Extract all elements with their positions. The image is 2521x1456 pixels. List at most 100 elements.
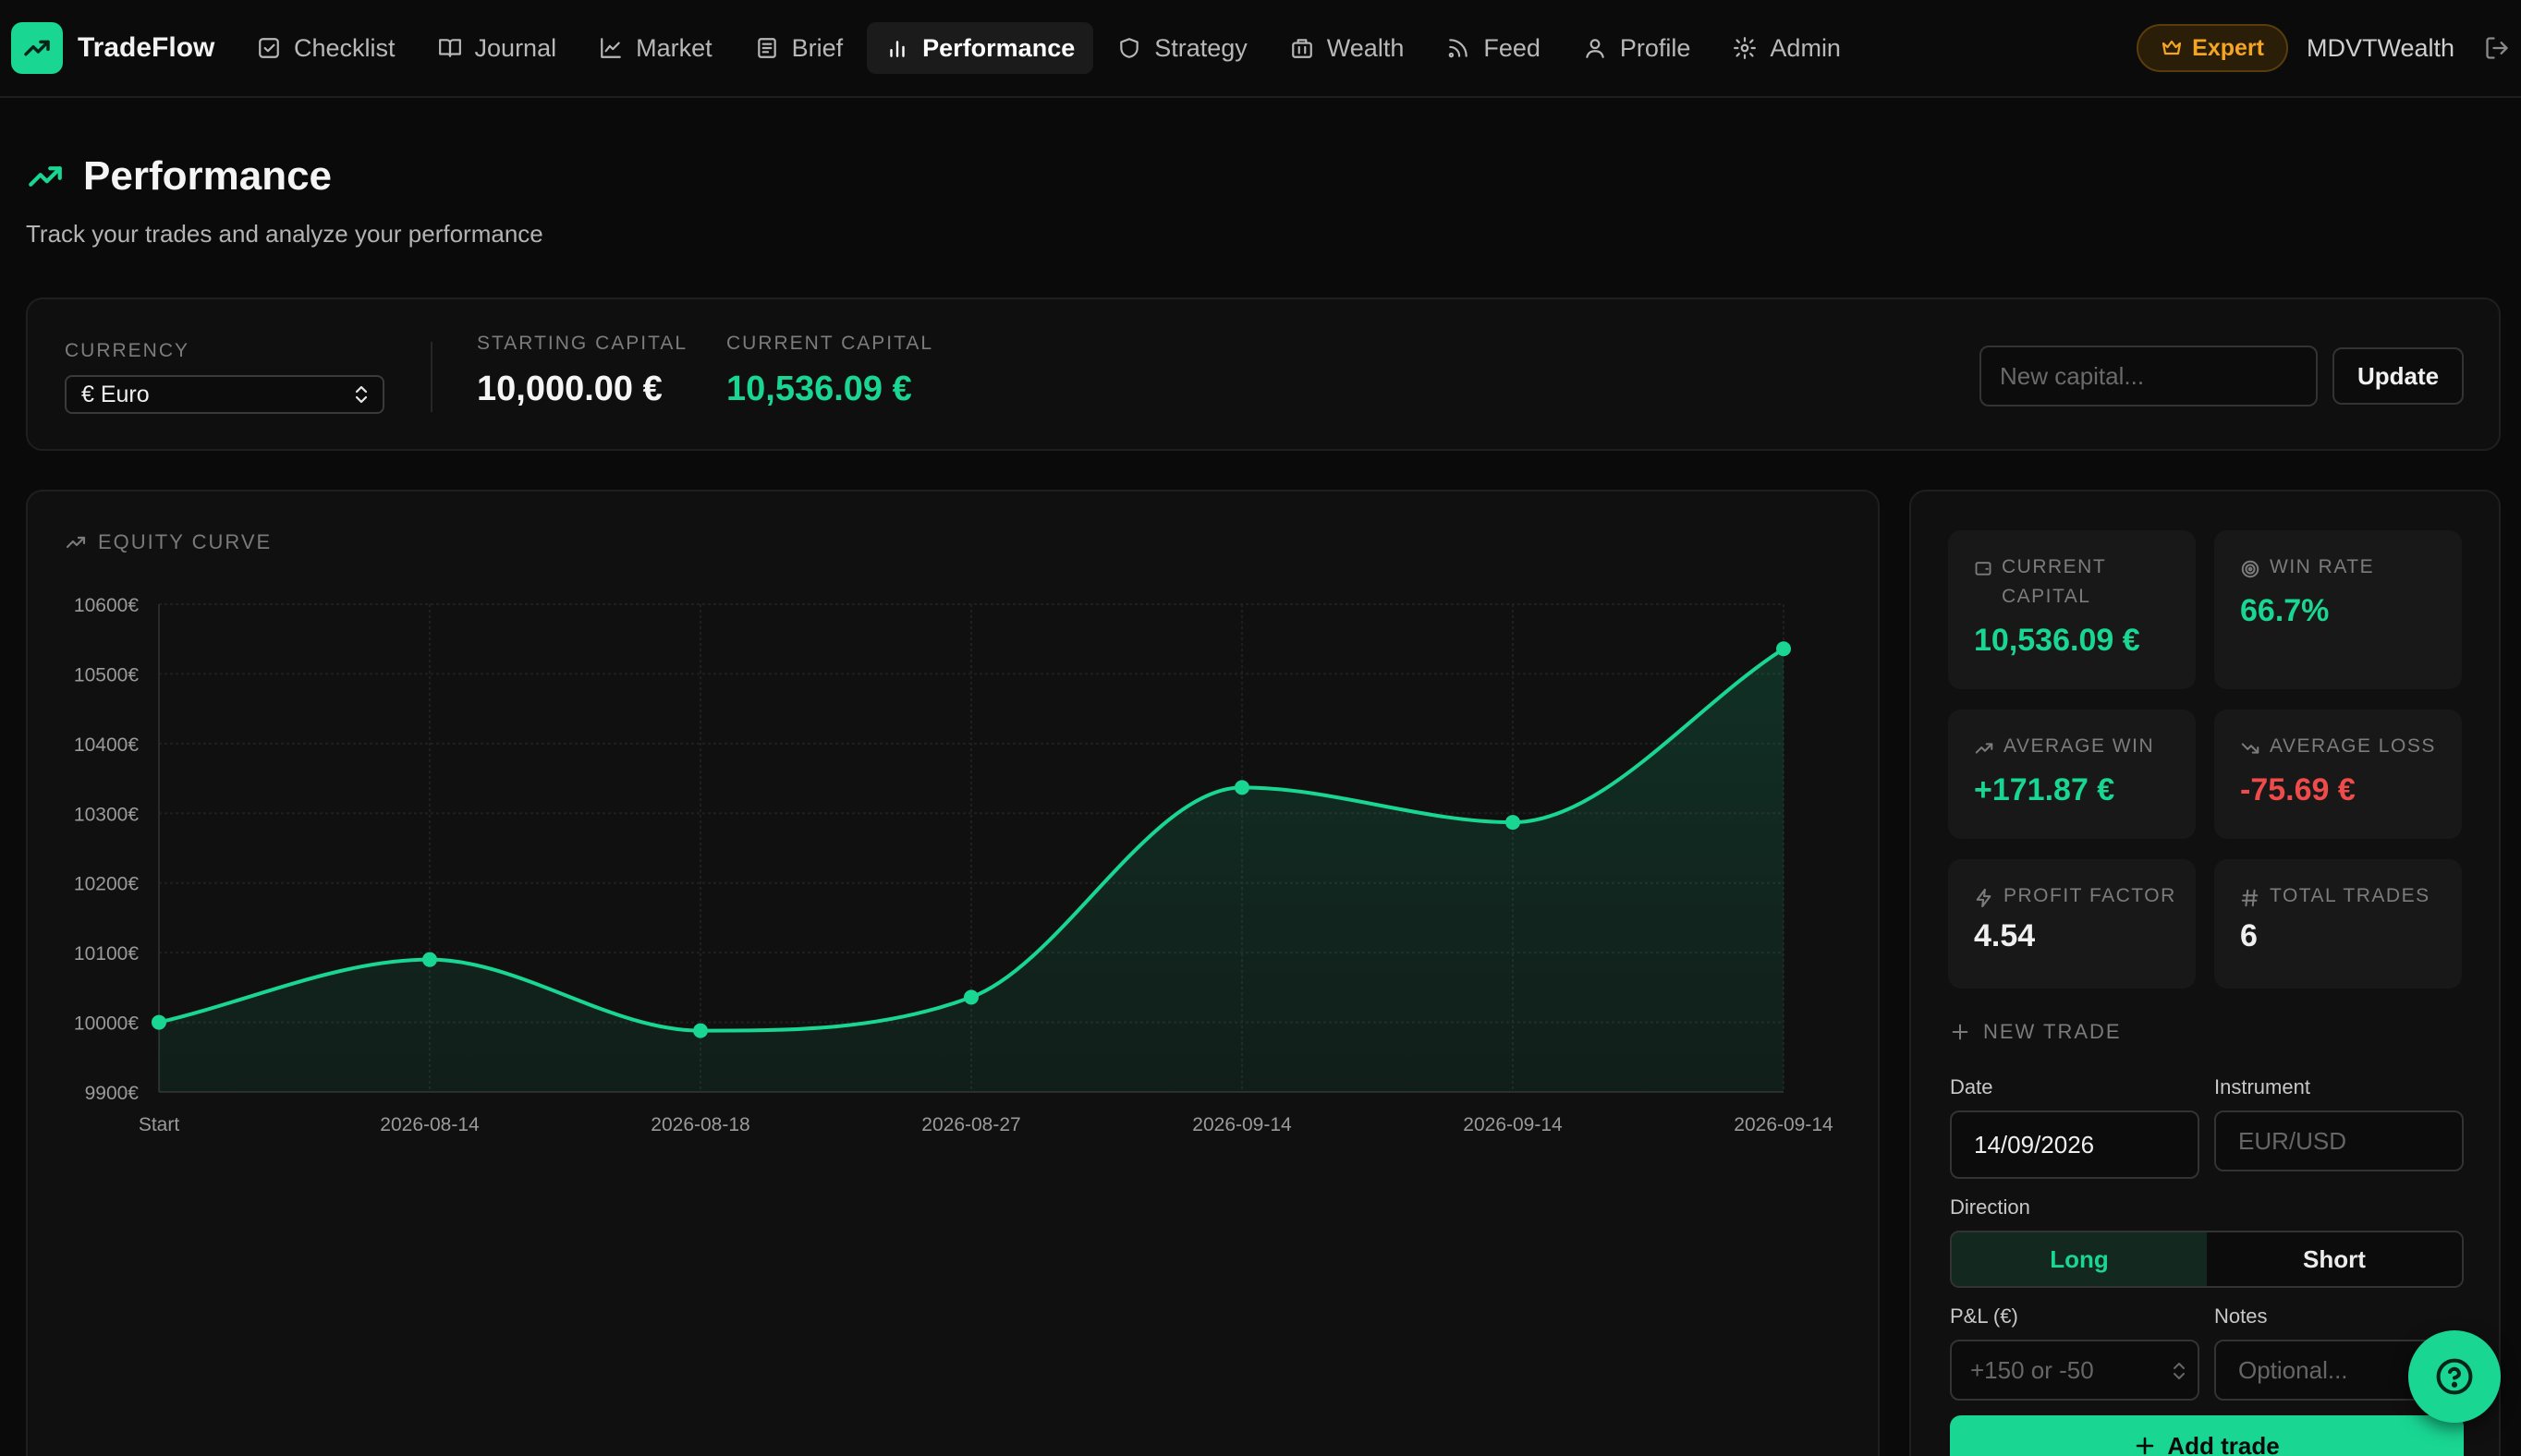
nav-item-journal[interactable]: Journal bbox=[420, 22, 576, 74]
instrument-label: Instrument bbox=[2214, 1075, 2310, 1098]
equity-chart: 9900€ 10000€ 10100€ 10200€ 10300€ 10400€ 10500… bbox=[74, 595, 1833, 1135]
new-capital-input[interactable] bbox=[1979, 346, 2318, 406]
notes-label: Notes bbox=[2214, 1304, 2268, 1328]
trending-up-icon bbox=[1975, 743, 1993, 754]
page-header: Performance bbox=[26, 153, 332, 200]
help-circle-icon bbox=[2436, 1358, 2473, 1395]
capital-bar: CURRENCY € Euro STARTING CAPITAL 10,000.… bbox=[26, 297, 2501, 451]
nav-item-feed[interactable]: Feed bbox=[1428, 22, 1559, 74]
nav-item-market[interactable]: Market bbox=[580, 22, 731, 74]
bar-chart-icon bbox=[890, 41, 905, 57]
instrument-input[interactable] bbox=[2214, 1110, 2464, 1171]
shield-icon bbox=[1120, 38, 1139, 58]
stat-label-text: CURRENT CAPITAL bbox=[2002, 556, 2106, 607]
nav-item-admin[interactable]: Admin bbox=[1714, 22, 1859, 74]
data-point[interactable] bbox=[152, 1014, 166, 1030]
divider bbox=[431, 342, 432, 412]
username: MDVTWealth bbox=[2306, 33, 2454, 62]
currency-value: € Euro bbox=[81, 381, 150, 407]
nav-item-performance[interactable]: Performance bbox=[867, 22, 1094, 74]
logout-button[interactable] bbox=[2484, 35, 2510, 61]
stats-panel: CURRENT CAPITAL 10,536.09 € WIN RATE 66.… bbox=[1909, 490, 2501, 1456]
direction-toggle: Long Short bbox=[1950, 1231, 2464, 1288]
x-tick-label: 2026-09-14 bbox=[1463, 1114, 1563, 1135]
stat-average-win: AVERAGE WIN +171.87 € bbox=[1948, 710, 2196, 839]
plus-icon bbox=[2137, 1437, 2154, 1455]
y-tick-label: 10600€ bbox=[74, 595, 139, 616]
target-icon bbox=[2241, 560, 2259, 578]
stat-value: 4.54 bbox=[1974, 918, 2036, 953]
pnl-field bbox=[1950, 1340, 2199, 1401]
hash-icon bbox=[2241, 889, 2259, 907]
rss-icon bbox=[1449, 39, 1468, 58]
stepper-arrows-icon[interactable] bbox=[2172, 1360, 2186, 1382]
nav-item-checklist[interactable]: Checklist bbox=[238, 22, 414, 74]
data-point[interactable] bbox=[1235, 780, 1249, 795]
x-tick-label: 2026-08-18 bbox=[651, 1114, 749, 1135]
y-tick-label: 10300€ bbox=[74, 804, 139, 825]
data-point[interactable] bbox=[693, 1023, 708, 1038]
data-point[interactable] bbox=[1776, 641, 1791, 657]
stat-value: 66.7% bbox=[2240, 593, 2330, 628]
data-point[interactable] bbox=[964, 989, 979, 1005]
starting-capital: STARTING CAPITAL 10,000.00 € bbox=[477, 333, 688, 409]
data-point[interactable] bbox=[1505, 815, 1520, 831]
currency-select[interactable]: € Euro bbox=[65, 375, 384, 414]
currency-section: CURRENCY € Euro bbox=[65, 340, 384, 414]
new-trade-title-text: NEW TRADE bbox=[1983, 1020, 2122, 1043]
long-button[interactable]: Long bbox=[1952, 1232, 2207, 1286]
x-tick-label: 2026-08-27 bbox=[921, 1114, 1020, 1135]
stat-current-capital: CURRENT CAPITAL 10,536.09 € bbox=[1948, 530, 2196, 689]
stat-value: +171.87 € bbox=[1974, 772, 2115, 807]
stat-label-text: TOTAL TRADES bbox=[2270, 885, 2430, 906]
add-trade-label: Add trade bbox=[2167, 1431, 2280, 1456]
short-button[interactable]: Short bbox=[2207, 1232, 2462, 1286]
nav-item-brief[interactable]: Brief bbox=[737, 22, 862, 74]
badge-label: Expert bbox=[2192, 34, 2264, 61]
y-tick-label: 10000€ bbox=[74, 1013, 139, 1035]
stat-value: -75.69 € bbox=[2240, 772, 2356, 807]
data-point[interactable] bbox=[422, 952, 437, 967]
y-tick-label: 9900€ bbox=[85, 1083, 140, 1104]
page-subtitle: Track your trades and analyze your perfo… bbox=[26, 220, 543, 248]
stat-average-loss: AVERAGE LOSS -75.69 € bbox=[2214, 710, 2462, 839]
expert-badge[interactable]: Expert bbox=[2137, 24, 2288, 72]
current-capital: CURRENT CAPITAL 10,536.09 € bbox=[726, 333, 933, 409]
top-navbar: TradeFlow Checklist Journal Market Brief… bbox=[0, 0, 2521, 98]
logout-icon bbox=[2486, 37, 2508, 59]
nav-label: Journal bbox=[474, 33, 557, 62]
stat-label: PROFIT FACTOR bbox=[1974, 881, 2176, 911]
help-button[interactable] bbox=[2408, 1330, 2501, 1423]
nav-item-profile[interactable]: Profile bbox=[1565, 22, 1710, 74]
date-label: Date bbox=[1950, 1075, 1993, 1098]
equity-curve-card: EQUITY CURVE 9900€ 10000€ 10100€ 10200€ 1030… bbox=[26, 490, 1880, 1456]
book-icon bbox=[438, 39, 461, 57]
nav-label: Strategy bbox=[1154, 33, 1248, 62]
direction-label: Direction bbox=[1950, 1195, 2030, 1219]
nav-item-wealth[interactable]: Wealth bbox=[1272, 22, 1423, 74]
nav-label: Brief bbox=[791, 33, 844, 62]
stat-value: 10,536.09 € bbox=[1974, 623, 2140, 658]
nav-item-strategy[interactable]: Strategy bbox=[1099, 22, 1266, 74]
trending-up-logo-icon bbox=[11, 22, 63, 74]
stat-total-trades: TOTAL TRADES 6 bbox=[2214, 859, 2462, 989]
nav-label: Wealth bbox=[1326, 33, 1405, 62]
stat-label: CURRENT CAPITAL bbox=[1974, 552, 2177, 612]
building-icon bbox=[1291, 39, 1312, 58]
date-input[interactable] bbox=[1950, 1110, 2199, 1179]
update-button[interactable]: Update bbox=[2332, 347, 2464, 405]
add-trade-button[interactable]: Add trade bbox=[1950, 1415, 2464, 1456]
y-tick-label: 10100€ bbox=[74, 943, 139, 965]
nav-label: Checklist bbox=[294, 33, 396, 62]
nav-label: Admin bbox=[1770, 33, 1841, 62]
x-tick-label: 2026-08-14 bbox=[380, 1114, 480, 1135]
x-tick-label: Start bbox=[139, 1114, 180, 1135]
y-tick-label: 10500€ bbox=[74, 664, 139, 686]
brand[interactable]: TradeFlow bbox=[11, 22, 214, 74]
pnl-input[interactable] bbox=[1950, 1340, 2199, 1401]
stat-label-text: AVERAGE LOSS bbox=[2270, 735, 2436, 757]
nav-label: Profile bbox=[1619, 33, 1691, 62]
current-capital-label: CURRENT CAPITAL bbox=[726, 333, 934, 354]
stat-label: AVERAGE LOSS bbox=[2240, 732, 2436, 761]
user-icon bbox=[1586, 39, 1604, 58]
